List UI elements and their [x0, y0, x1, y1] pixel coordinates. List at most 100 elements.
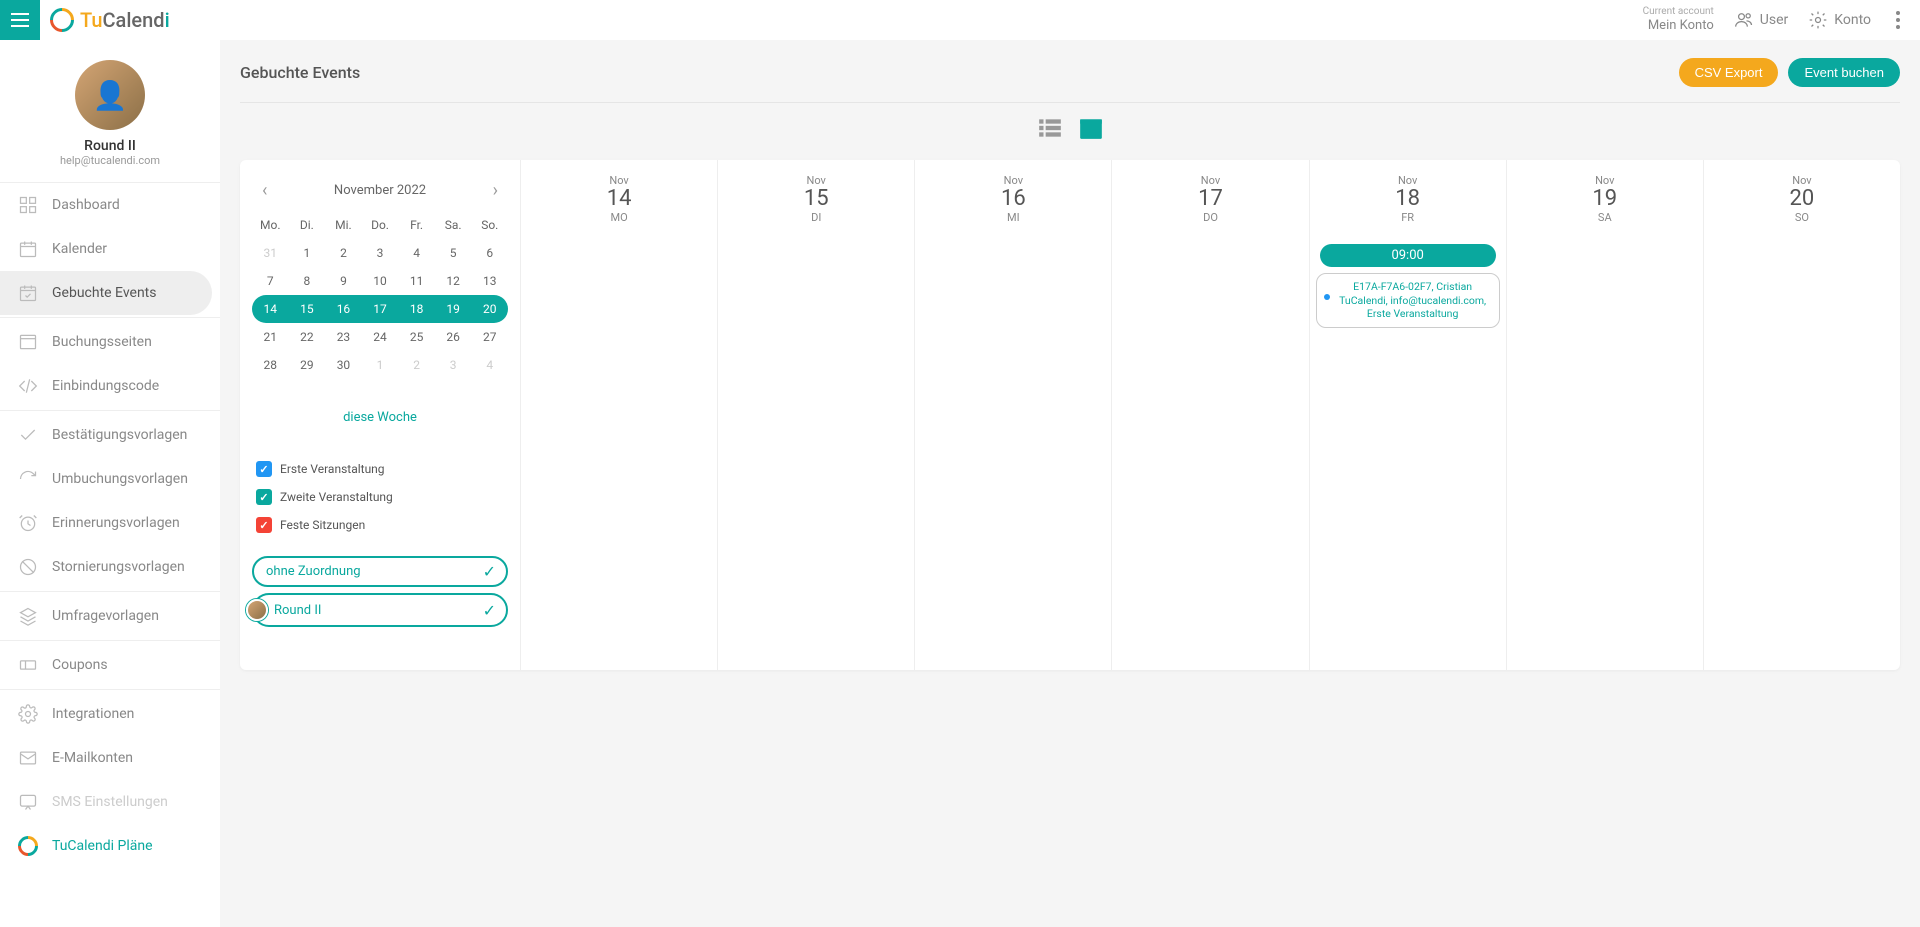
users-icon	[1734, 10, 1754, 30]
mini-cal-day[interactable]: 2	[398, 351, 435, 379]
mini-cal-day[interactable]: 5	[435, 239, 472, 267]
day-header[interactable]: Nov15DI	[717, 160, 914, 234]
dow-header: Sa.	[435, 211, 472, 239]
day-header[interactable]: Nov16MI	[914, 160, 1111, 234]
mini-cal-day[interactable]: 30	[325, 351, 362, 379]
mini-cal-day[interactable]: 23	[325, 323, 362, 351]
nav-emailkonten[interactable]: E-Mailkonten	[0, 736, 220, 780]
mini-cal-day[interactable]: 3	[435, 351, 472, 379]
mini-cal-day[interactable]: 11	[398, 267, 435, 295]
current-account[interactable]: Current account Mein Konto	[1643, 6, 1714, 34]
nav-umbuchungsvorlagen[interactable]: Umbuchungsvorlagen	[0, 457, 220, 501]
account-menu[interactable]: Konto	[1808, 10, 1871, 30]
nav-dashboard[interactable]: Dashboard	[0, 183, 220, 227]
logo-icon	[45, 3, 79, 37]
filter-event-type[interactable]: Erste Veranstaltung	[256, 455, 504, 483]
user-menu[interactable]: User	[1734, 10, 1788, 30]
mini-cal-day[interactable]: 21	[252, 323, 289, 351]
day-header[interactable]: Nov19SA	[1506, 160, 1703, 234]
mini-cal-day[interactable]: 7	[252, 267, 289, 295]
csv-export-button[interactable]: CSV Export	[1679, 58, 1779, 87]
layers-icon	[18, 606, 38, 626]
mini-cal-day[interactable]: 19	[435, 295, 472, 323]
mini-cal-day[interactable]: 9	[325, 267, 362, 295]
day-column	[520, 234, 717, 670]
nav-einbindungscode[interactable]: Einbindungscode	[0, 364, 220, 408]
this-week-link[interactable]: diese Woche	[343, 410, 417, 425]
event-buchen-button[interactable]: Event buchen	[1788, 58, 1900, 87]
day-column	[914, 234, 1111, 670]
calendar-view-toggle[interactable]	[1078, 115, 1104, 145]
mini-cal-day[interactable]: 29	[289, 351, 326, 379]
mini-cal-day[interactable]: 26	[435, 323, 472, 351]
mini-cal-title: November 2022	[334, 183, 426, 198]
day-header[interactable]: Nov20SO	[1703, 160, 1900, 234]
nav-erinnerungsvorlagen[interactable]: Erinnerungsvorlagen	[0, 501, 220, 545]
assignee-filter[interactable]: ohne Zuordnung✓	[252, 556, 508, 587]
day-header[interactable]: Nov17DO	[1111, 160, 1308, 234]
day-header[interactable]: Nov18FR	[1309, 160, 1506, 234]
list-view-toggle[interactable]	[1037, 115, 1063, 145]
page-icon	[18, 332, 38, 352]
nav-buchungsseiten[interactable]: Buchungsseiten	[0, 320, 220, 364]
mini-cal-day[interactable]: 13	[471, 267, 508, 295]
filter-event-type[interactable]: Feste Sitzungen	[256, 511, 504, 539]
more-menu[interactable]	[1891, 6, 1905, 34]
checkbox-icon	[256, 517, 272, 533]
mini-cal-day[interactable]: 6	[471, 239, 508, 267]
nav-stornierungsvorlagen[interactable]: Stornierungsvorlagen	[0, 545, 220, 589]
nav-kalender[interactable]: Kalender	[0, 227, 220, 271]
mini-cal-day[interactable]: 28	[252, 351, 289, 379]
mini-cal-day[interactable]: 16	[325, 295, 362, 323]
prev-month[interactable]: ‹	[262, 180, 267, 201]
nav-sms[interactable]: SMS Einstellungen	[0, 780, 220, 824]
dow-header: So.	[471, 211, 508, 239]
mini-cal-day[interactable]: 17	[362, 295, 399, 323]
mini-cal-day[interactable]: 1	[289, 239, 326, 267]
page-title: Gebuchte Events	[240, 63, 360, 82]
plans-icon	[14, 832, 42, 860]
mini-cal-day[interactable]: 18	[398, 295, 435, 323]
current-account-label: Current account	[1643, 6, 1714, 18]
ticket-icon	[18, 655, 38, 675]
assignee-filter[interactable]: Round II✓	[252, 593, 508, 627]
nav-gebuchte-events[interactable]: Gebuchte Events	[0, 271, 212, 315]
checkbox-icon	[256, 461, 272, 477]
nav-plane[interactable]: TuCalendi Pläne	[0, 824, 220, 868]
mini-cal-day[interactable]: 31	[252, 239, 289, 267]
nav-umfragevorlagen[interactable]: Umfragevorlagen	[0, 594, 220, 638]
mini-calendar: Mo.Di.Mi.Do.Fr.Sa.So. 311234567891011121…	[252, 211, 508, 379]
profile-block: 👤 Round II help@tucalendi.com	[0, 50, 220, 182]
next-month[interactable]: ›	[493, 180, 498, 201]
check-icon: ✓	[483, 601, 496, 620]
mini-cal-day[interactable]: 20	[471, 295, 508, 323]
mini-cal-day[interactable]: 3	[362, 239, 399, 267]
hamburger-menu[interactable]	[0, 0, 40, 40]
mini-cal-day[interactable]: 27	[471, 323, 508, 351]
mini-cal-day[interactable]: 15	[289, 295, 326, 323]
nav-integrationen[interactable]: Integrationen	[0, 692, 220, 736]
avatar[interactable]: 👤	[75, 60, 145, 130]
nav-bestatigungsvorlagen[interactable]: Bestätigungsvorlagen	[0, 413, 220, 457]
mini-cal-day[interactable]: 22	[289, 323, 326, 351]
event-time-pill[interactable]: 09:00	[1320, 244, 1496, 267]
filter-event-type[interactable]: Zweite Veranstaltung	[256, 483, 504, 511]
mini-cal-day[interactable]: 4	[398, 239, 435, 267]
event-card[interactable]: E17A-F7A6-02F7, Cristian TuCalendi, info…	[1316, 273, 1500, 328]
mini-cal-day[interactable]: 2	[325, 239, 362, 267]
refresh-icon	[18, 469, 38, 489]
mini-cal-day[interactable]: 10	[362, 267, 399, 295]
mini-cal-day[interactable]: 1	[362, 351, 399, 379]
mini-cal-day[interactable]: 12	[435, 267, 472, 295]
current-account-value: Mein Konto	[1643, 18, 1714, 34]
nav-coupons[interactable]: Coupons	[0, 643, 220, 687]
mini-cal-day[interactable]: 4	[471, 351, 508, 379]
mini-cal-day[interactable]: 14	[252, 295, 289, 323]
assignee-avatar	[246, 599, 268, 621]
mini-cal-day[interactable]: 24	[362, 323, 399, 351]
brand-logo[interactable]: TuCalendi	[50, 8, 170, 32]
mini-cal-day[interactable]: 8	[289, 267, 326, 295]
mini-cal-day[interactable]: 25	[398, 323, 435, 351]
day-header[interactable]: Nov14MO	[520, 160, 717, 234]
checkbox-icon	[256, 489, 272, 505]
